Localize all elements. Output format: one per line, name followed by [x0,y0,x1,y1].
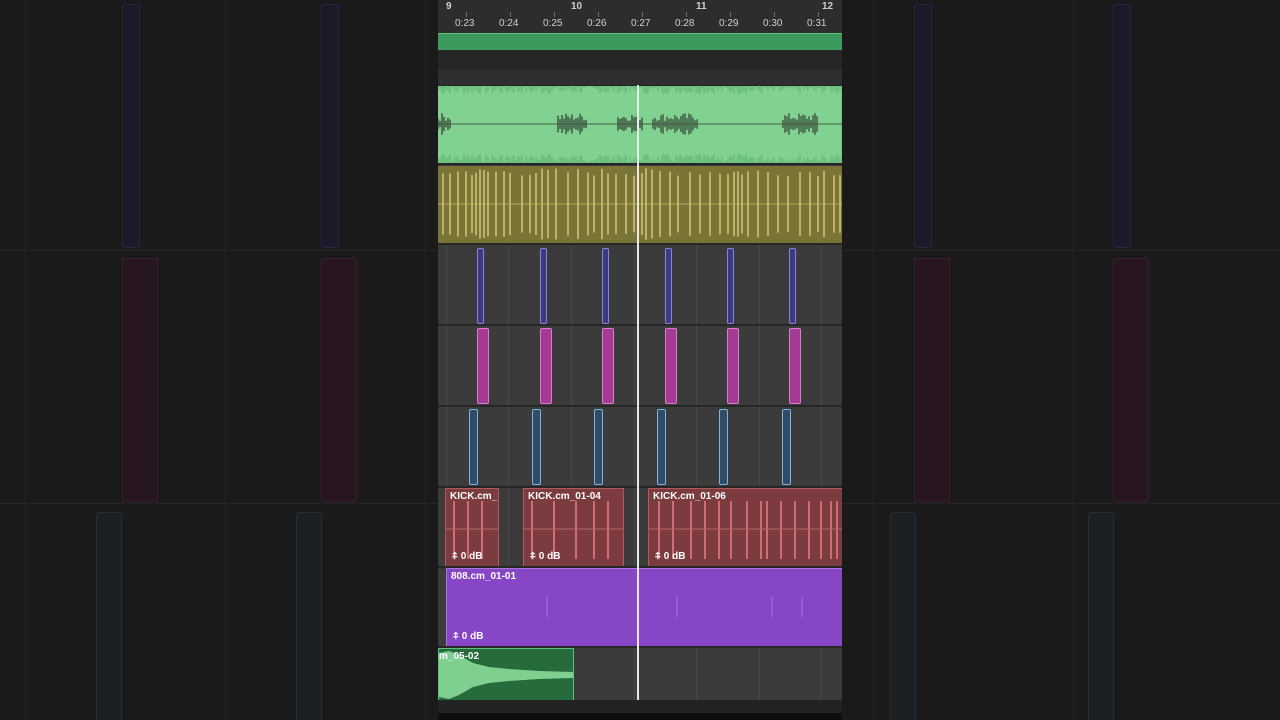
tail-region[interactable]: m_05-02 [438,648,574,702]
steel-clip[interactable] [719,409,728,485]
background-lane [842,0,1280,251]
track-green-audio[interactable] [438,86,842,163]
ruler-time-label: 0:30 [763,18,783,29]
waveform [438,168,842,240]
arrangement-view[interactable]: 9 10 11 12 0:23 0:24 0:25 0:26 0:27 0:28 0:29 0:30 0… [438,0,842,720]
region-name: 808.cm_01-01 [451,571,517,582]
ruler-time-label: 0:29 [719,18,739,29]
ruler-tick [686,12,687,17]
audio-region-yellow[interactable] [438,166,842,243]
region-gain: ⍏ 0 dB [655,551,686,562]
steel-clip[interactable] [469,409,478,485]
background-lane [842,253,1280,504]
region-name: KICK.cm_ [450,491,498,502]
ruler-time-label: 0:24 [499,18,519,29]
track-steel-clips[interactable] [438,407,842,486]
ruler-bar-number: 10 [571,1,583,12]
ruler-bar-number: 9 [446,1,452,12]
right-background-panel [842,0,1280,720]
ruler-tick [554,12,555,17]
ruler-time-label: 0:25 [543,18,563,29]
background-lane [0,0,438,251]
blue-clip[interactable] [602,248,609,324]
pink-clip[interactable] [602,328,614,404]
audio-region-green[interactable] [438,86,842,163]
timeline-ruler[interactable]: 9 10 11 12 0:23 0:24 0:25 0:26 0:27 0:28 0:29 0:30 0… [438,0,842,33]
pink-clip[interactable] [727,328,739,404]
ghost-clip [321,258,357,502]
kick-region-b[interactable]: KICK.cm_01-04 ⍏ 0 dB [523,488,624,567]
marker-strip[interactable] [438,70,842,86]
ghost-clip [122,4,140,248]
loop-region-bar[interactable] [438,33,842,51]
ghost-clip [321,4,339,248]
gain-icon: ⍏ [453,631,462,642]
track-pink-clips[interactable] [438,326,842,405]
ghost-clip [296,512,322,720]
kick-region-c[interactable]: KICK.cm_01-06 ⍏ 0 dB [648,488,842,567]
gain-icon: ⍏ [452,551,461,562]
steel-clip[interactable] [657,409,666,485]
bottom-bar [438,700,842,720]
ruler-time-label: 0:26 [587,18,607,29]
ruler-tick [510,12,511,17]
ghost-clip [1113,258,1149,502]
ruler-tick [730,12,731,17]
ruler-tick [818,12,819,17]
track-yellow-audio[interactable] [438,166,842,243]
background-lane [0,253,438,504]
ghost-clip [96,512,122,720]
ruler-bar-number: 12 [822,1,834,12]
ghost-clip [1113,4,1131,248]
blue-clip[interactable] [477,248,484,324]
ghost-clip [914,258,950,502]
ruler-time-label: 0:31 [807,18,827,29]
region-gain: ⍏ 0 dB [530,551,561,562]
ruler-tick [598,12,599,17]
region-name: KICK.cm_01-06 [653,491,726,502]
gain-icon: ⍏ [530,551,539,562]
region-gain: ⍏ 0 dB [452,551,483,562]
region-gain: ⍏ 0 dB [453,631,484,642]
pink-clip[interactable] [540,328,552,404]
ruler-tick [642,12,643,17]
ruler-time-label: 0:23 [455,18,475,29]
pink-clip[interactable] [789,328,801,404]
pink-clip[interactable] [665,328,677,404]
ruler-bar-number: 11 [696,1,707,12]
region-name: m_05-02 [439,651,480,662]
track-blue-clips[interactable] [438,246,842,324]
gain-icon: ⍏ [655,551,664,562]
steel-clip[interactable] [782,409,791,485]
kick-region-a[interactable]: KICK.cm_ ⍏ 0 dB [445,488,499,567]
ghost-clip [1088,512,1114,720]
horizontal-scrollbar[interactable] [438,713,842,720]
playhead-cursor[interactable] [637,85,639,700]
ghost-clip [914,4,932,248]
blue-clip[interactable] [789,248,796,324]
left-background-panel [0,0,438,720]
blue-clip[interactable] [540,248,547,324]
track-808[interactable]: 808.cm_01-01 ⍏ 0 dB [438,568,842,647]
bass-region[interactable]: 808.cm_01-01 ⍏ 0 dB [446,568,842,647]
ruler-gap [438,50,842,70]
steel-clip[interactable] [594,409,603,485]
ruler-tick [774,12,775,17]
steel-clip[interactable] [532,409,541,485]
waveform [438,86,842,163]
blue-clip[interactable] [727,248,734,324]
ruler-time-label: 0:28 [675,18,695,29]
pink-clip[interactable] [477,328,489,404]
ghost-clip [122,258,158,502]
track-kick[interactable]: KICK.cm_ ⍏ 0 dB KICK.cm_01-04 ⍏ 0 dB KIC… [438,488,842,567]
region-name: KICK.cm_01-04 [528,491,601,502]
track-tail[interactable]: m_05-02 [438,648,842,702]
ruler-tick [466,12,467,17]
blue-clip[interactable] [665,248,672,324]
ghost-clip [890,512,916,720]
ruler-time-label: 0:27 [631,18,651,29]
